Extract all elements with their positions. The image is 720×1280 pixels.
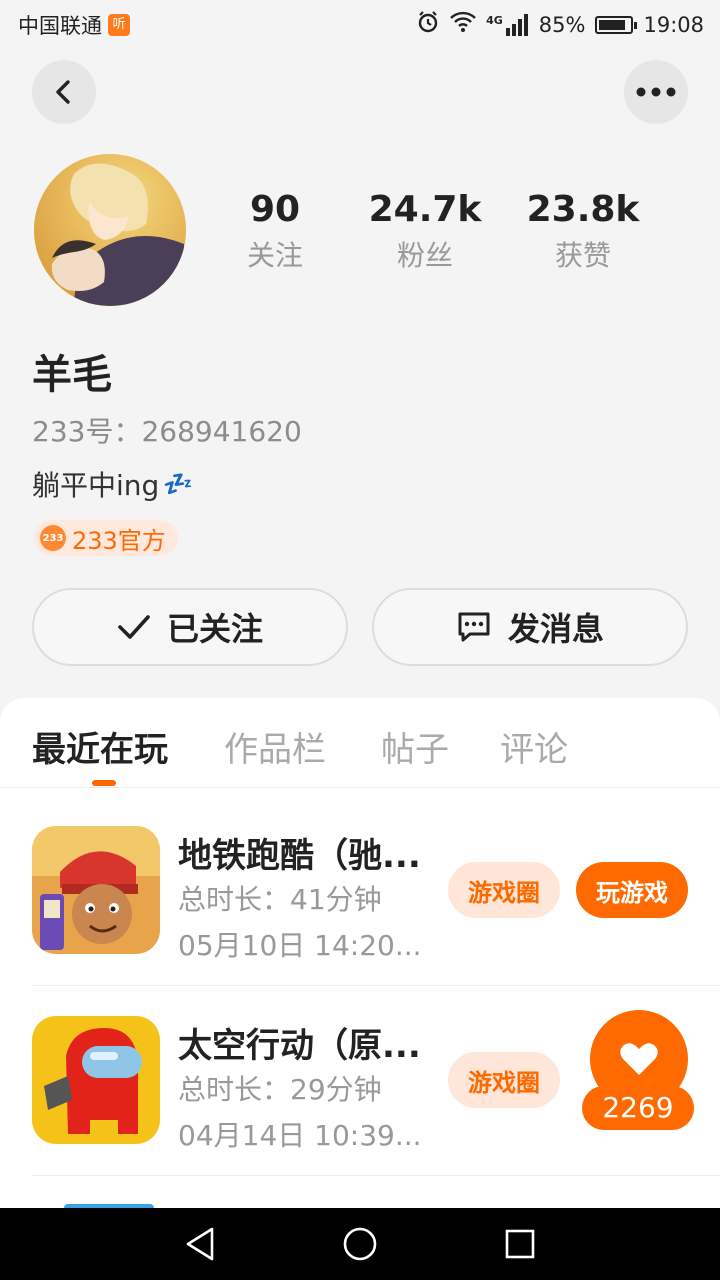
tab-comments[interactable]: 评论	[500, 722, 568, 771]
stat-followers[interactable]: 24.7k 粉丝	[350, 188, 500, 276]
stat-likes[interactable]: 23.8k 获赞	[508, 188, 658, 276]
play-game-button[interactable]: 玩游戏	[576, 862, 688, 918]
check-icon	[118, 615, 150, 639]
avatar-illustration	[34, 154, 186, 306]
status-right: 4G 85% 19:08	[416, 10, 704, 39]
game-circle-button[interactable]: 游戏圈	[448, 1052, 560, 1108]
nav-recents-square-icon[interactable]	[502, 1226, 538, 1262]
chevron-left-icon	[56, 80, 70, 104]
row-divider	[32, 1175, 720, 1176]
carrier-tag-icon: 听	[108, 14, 130, 36]
tab-works[interactable]: 作品栏	[224, 722, 326, 771]
alarm-icon	[416, 10, 440, 39]
status-left: 中国联通 听	[18, 10, 130, 40]
badge-label: 233官方	[72, 526, 166, 555]
game-row[interactable]: 地铁跑酷（驰... 总时长：41分钟 05月10日 14:20... 游戏圈 玩…	[32, 826, 720, 1016]
battery-icon	[595, 15, 638, 34]
floating-like-button[interactable]: 2269	[576, 1008, 696, 1130]
profile-uid[interactable]: 233号：268941620	[32, 410, 302, 450]
row-divider	[32, 985, 720, 986]
profile-bio: 躺平中ing 💤	[32, 464, 193, 504]
more-horizontal-icon	[636, 87, 676, 97]
message-bubble-icon	[458, 612, 490, 642]
send-message-button[interactable]: 发消息	[372, 588, 688, 666]
subway-surfers-artwork	[32, 826, 160, 954]
wifi-icon	[450, 11, 476, 38]
bio-text: 躺平中ing	[32, 469, 160, 502]
battery-percent: 85%	[538, 12, 586, 37]
stat-label: 关注	[246, 239, 303, 272]
stat-value: 90	[249, 189, 301, 230]
among-us-game-icon[interactable]	[32, 1016, 160, 1144]
game-title: 太空行动（原...	[178, 1026, 421, 1066]
subway-surfers-game-icon[interactable]	[32, 826, 160, 954]
nav-back-triangle-icon[interactable]	[182, 1226, 218, 1262]
game-duration: 总时长：41分钟	[178, 883, 382, 916]
stat-label: 粉丝	[396, 239, 453, 272]
profile-page: 中国联通 听 4G 85% 19:08 90 关注 24.7k 粉丝 23.8k…	[0, 0, 720, 1280]
stat-label: 获赞	[554, 239, 611, 272]
profile-stats: 90 关注 24.7k 粉丝 23.8k 获赞	[200, 188, 700, 288]
send-message-label: 发消息	[507, 610, 604, 648]
followed-button-label: 已关注	[166, 610, 263, 648]
avatar[interactable]	[34, 154, 186, 306]
carrier-name: 中国联通	[18, 14, 102, 38]
game-title: 地铁跑酷（驰...	[178, 836, 421, 876]
profile-name: 羊毛	[32, 352, 112, 398]
stat-following[interactable]: 90 关注	[200, 188, 350, 276]
more-button[interactable]	[624, 60, 688, 124]
clock-time: 19:08	[643, 12, 704, 37]
status-bar: 中国联通 听 4G 85% 19:08	[0, 0, 720, 50]
tab-posts[interactable]: 帖子	[381, 722, 449, 771]
sleep-emoji-icon: 💤	[163, 470, 194, 498]
game-circle-button[interactable]: 游戏圈	[448, 862, 560, 918]
followed-button[interactable]: 已关注	[32, 588, 348, 666]
nav-home-circle-icon[interactable]	[342, 1226, 378, 1262]
stat-value: 24.7k	[368, 189, 482, 230]
stat-value: 23.8k	[526, 189, 640, 230]
tab-recently-played[interactable]: 最近在玩	[32, 722, 168, 771]
official-badge[interactable]: 233 233官方	[34, 520, 178, 556]
like-count: 2269	[582, 1086, 694, 1130]
heart-icon	[620, 1043, 658, 1075]
game-duration: 总时长：29分钟	[178, 1073, 382, 1106]
tab-active-indicator	[92, 780, 116, 786]
badge-233-icon: 233	[40, 525, 66, 551]
back-button[interactable]	[32, 60, 96, 124]
game-last-played: 05月10日 14:20...	[178, 929, 422, 962]
among-us-artwork	[32, 1016, 160, 1144]
network-type: 4G	[486, 13, 503, 27]
game-last-played: 04月14日 10:39...	[178, 1119, 422, 1152]
system-navigation-bar	[0, 1208, 720, 1280]
profile-tabs: 最近在玩 作品栏 帖子 评论	[0, 698, 720, 788]
signal-icon: 4G	[486, 13, 529, 36]
battery-fill	[599, 19, 625, 30]
